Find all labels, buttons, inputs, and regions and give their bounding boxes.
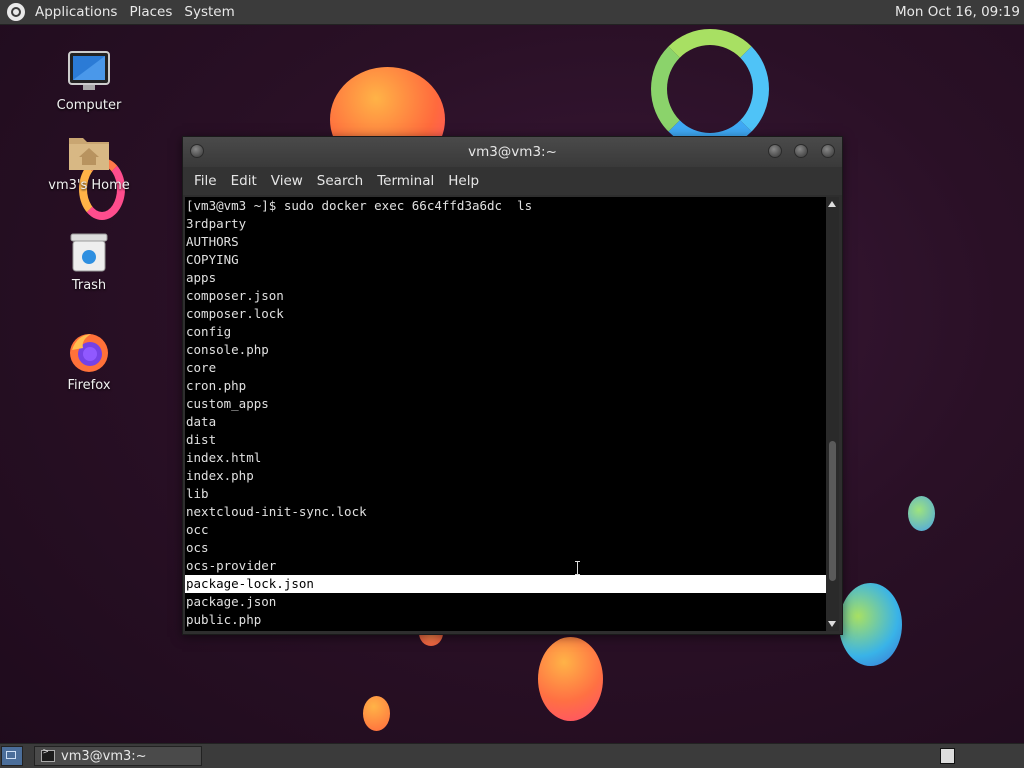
terminal-output-line[interactable]: 3rdparty <box>185 215 826 233</box>
terminal-output-line[interactable]: COPYING <box>185 251 826 269</box>
terminal-output-line[interactable]: index.html <box>185 449 826 467</box>
terminal-output-line[interactable]: lib <box>185 485 826 503</box>
wallpaper-ring <box>651 29 769 149</box>
menu-search[interactable]: Search <box>310 173 370 189</box>
terminal-scrollbar[interactable] <box>826 197 839 631</box>
terminal-output-line[interactable]: console.php <box>185 341 826 359</box>
workspace-switcher[interactable] <box>940 748 955 764</box>
terminal-output-line[interactable]: dist <box>185 431 826 449</box>
terminal-output-line[interactable]: package-lock.json <box>185 575 826 593</box>
taskbar-label: vm3@vm3:~ <box>61 748 147 764</box>
scroll-down-arrow-icon[interactable] <box>828 621 836 627</box>
desktop-icon-home[interactable]: vm3's Home <box>34 130 144 193</box>
desktop-icon-label: Firefox <box>67 378 111 393</box>
scrollbar-thumb[interactable] <box>829 441 836 581</box>
terminal-output-line[interactable]: index.php <box>185 467 826 485</box>
terminal-output[interactable]: [vm3@vm3 ~]$ sudo docker exec 66c4ffd3a6… <box>185 197 826 631</box>
terminal-output-line[interactable]: AUTHORS <box>185 233 826 251</box>
window-menu-button[interactable] <box>190 144 204 158</box>
terminal-output-line[interactable]: package.json <box>185 593 826 611</box>
terminal-window[interactable]: vm3@vm3:~ File Edit View Search Terminal… <box>182 136 843 635</box>
computer-icon <box>67 50 111 94</box>
bottom-panel: vm3@vm3:~ <box>0 743 1024 768</box>
terminal-output-line[interactable]: data <box>185 413 826 431</box>
top-panel: Applications Places System Mon Oct 16, 0… <box>0 0 1024 25</box>
terminal-output-line[interactable]: ocs-provider <box>185 557 826 575</box>
wallpaper-blob <box>839 583 902 666</box>
terminal-output-line[interactable]: public.php <box>185 611 826 629</box>
menu-terminal[interactable]: Terminal <box>370 173 441 189</box>
terminal-output-line[interactable]: cron.php <box>185 377 826 395</box>
show-desktop-icon[interactable] <box>1 746 23 766</box>
terminal-output-line[interactable]: config <box>185 323 826 341</box>
maximize-button[interactable] <box>794 144 808 158</box>
terminal-output-line[interactable]: composer.json <box>185 287 826 305</box>
text-cursor-icon <box>575 561 581 577</box>
applications-menu[interactable]: Applications <box>29 4 123 20</box>
minimize-button[interactable] <box>768 144 782 158</box>
places-menu[interactable]: Places <box>123 4 178 20</box>
menu-view[interactable]: View <box>264 173 310 189</box>
terminal-command-line[interactable]: [vm3@vm3 ~]$ sudo docker exec 66c4ffd3a6… <box>185 197 826 215</box>
home-folder-icon <box>67 130 111 174</box>
menu-file[interactable]: File <box>187 173 224 189</box>
window-title: vm3@vm3:~ <box>468 144 557 160</box>
terminal-output-line[interactable]: apps <box>185 269 826 287</box>
terminal-output-line[interactable]: ocs <box>185 539 826 557</box>
trash-icon <box>67 230 111 274</box>
window-titlebar[interactable]: vm3@vm3:~ <box>183 137 842 167</box>
wallpaper-blob <box>363 696 390 731</box>
desktop-icon-label: vm3's Home <box>48 178 130 193</box>
terminal-icon <box>41 747 55 762</box>
menu-edit[interactable]: Edit <box>224 173 264 189</box>
clock[interactable]: Mon Oct 16, 09:19 <box>895 0 1020 24</box>
desktop-icon-computer[interactable]: Computer <box>34 50 144 113</box>
taskbar-terminal-button[interactable]: vm3@vm3:~ <box>34 746 202 766</box>
terminal-output-line[interactable]: core <box>185 359 826 377</box>
desktop-icon-firefox[interactable]: Firefox <box>34 330 144 393</box>
desktop-icon-trash[interactable]: Trash <box>34 230 144 293</box>
close-button[interactable] <box>821 144 835 158</box>
scroll-up-arrow-icon[interactable] <box>828 201 836 207</box>
desktop-icon-label: Computer <box>56 98 122 113</box>
terminal-output-line[interactable]: occ <box>185 521 826 539</box>
wallpaper-blob <box>538 637 603 721</box>
system-menu[interactable]: System <box>178 4 240 20</box>
menu-help[interactable]: Help <box>441 173 486 189</box>
wallpaper-blob <box>908 496 935 531</box>
firefox-icon <box>67 330 111 374</box>
terminal-output-line[interactable]: nextcloud-init-sync.lock <box>185 503 826 521</box>
top-menu: Applications Places System <box>29 0 241 24</box>
terminal-output-line[interactable]: custom_apps <box>185 395 826 413</box>
applications-logo-icon[interactable] <box>7 3 25 21</box>
terminal-menubar: File Edit View Search Terminal Help <box>183 167 842 195</box>
desktop-icon-label: Trash <box>71 278 107 293</box>
terminal-output-line[interactable]: composer.lock <box>185 305 826 323</box>
